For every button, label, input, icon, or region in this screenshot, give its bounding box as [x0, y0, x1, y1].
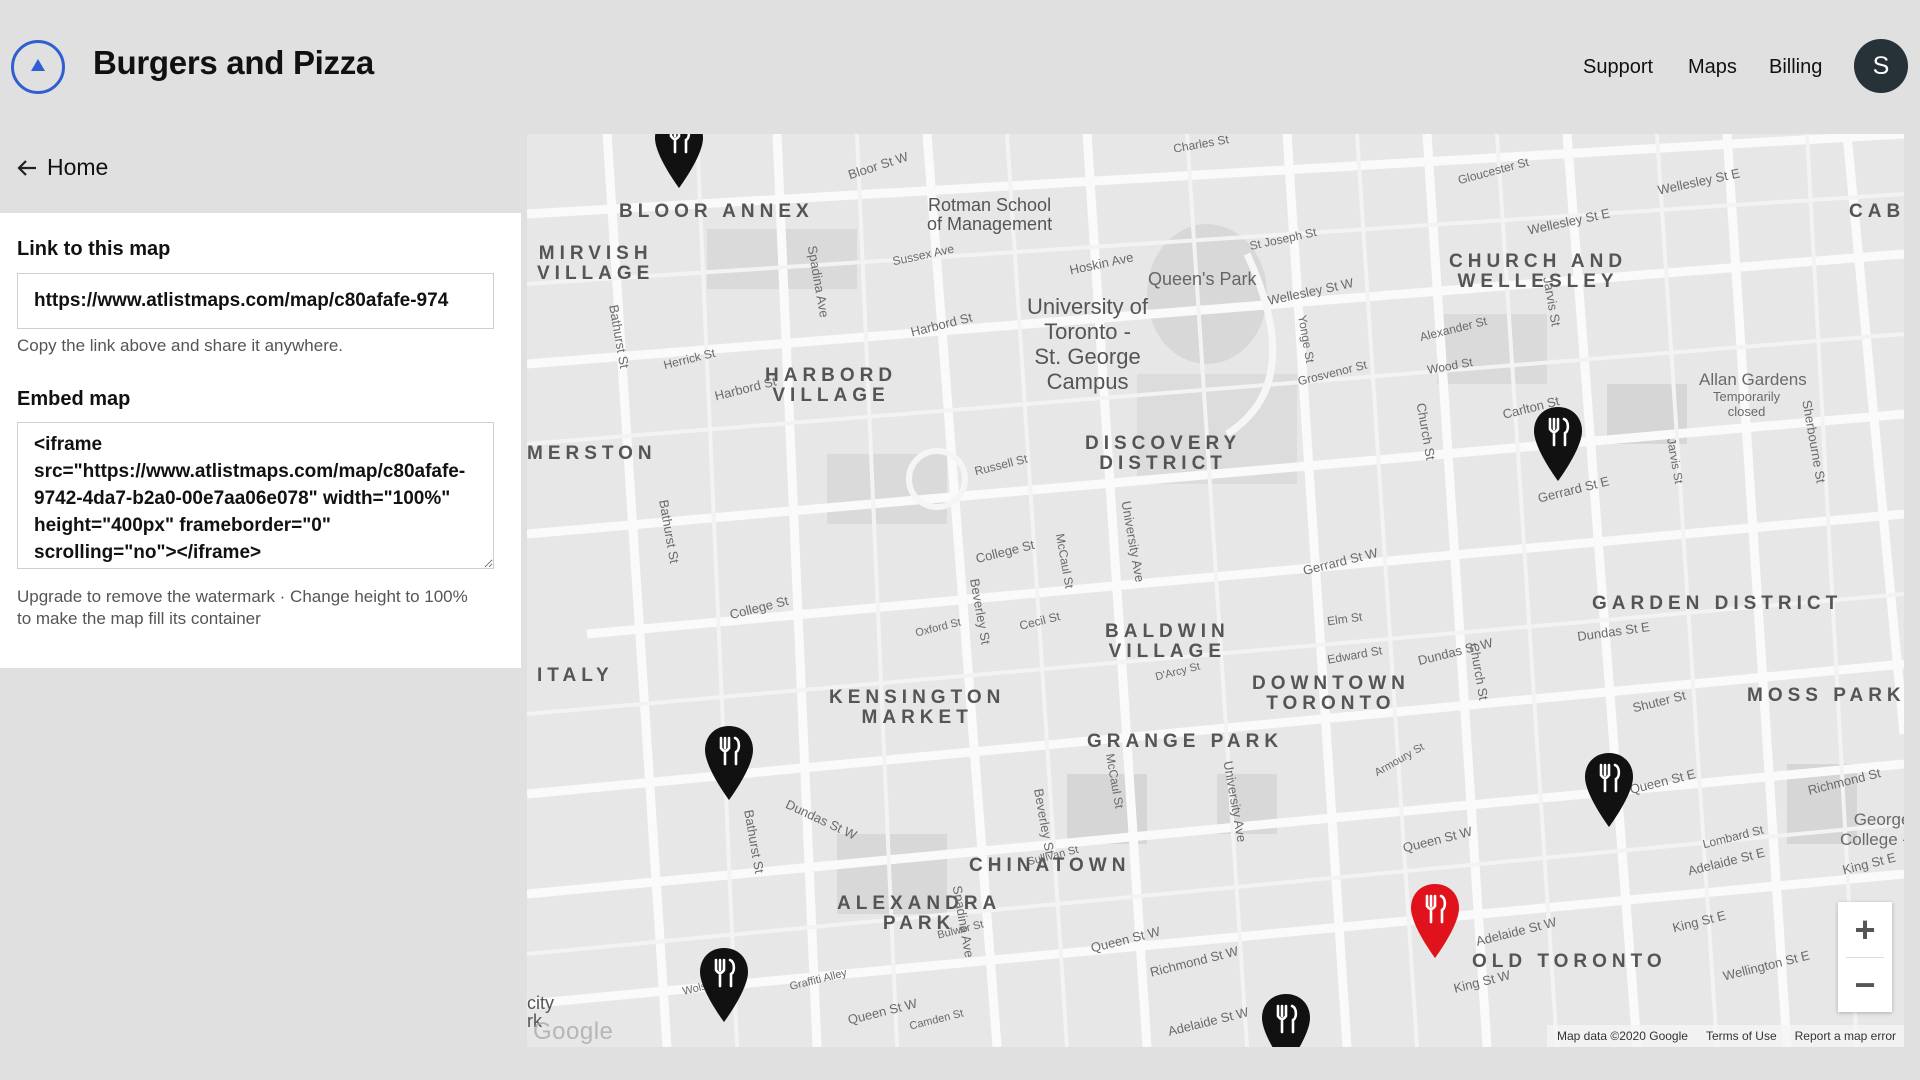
district-label: BLOOR ANNEX: [619, 201, 814, 222]
restaurant-pin[interactable]: [1259, 992, 1313, 1047]
district-label: DOWNTOWN TORONTO: [1252, 673, 1410, 714]
nav-support[interactable]: Support: [1583, 56, 1653, 79]
zoom-controls: + −: [1838, 902, 1892, 1012]
back-home-link[interactable]: Home: [17, 154, 108, 181]
arrow-left-icon: [17, 159, 36, 176]
home-label: Home: [47, 154, 109, 180]
pin-marker-icon: [655, 134, 703, 188]
nav-billing[interactable]: Billing: [1769, 56, 1822, 79]
district-label: MERSTON: [527, 443, 657, 464]
pin-marker-icon: [1262, 994, 1310, 1047]
district-label: CAB: [1849, 201, 1904, 222]
place-label: Rotman School of Management: [927, 195, 1053, 234]
restaurant-pin[interactable]: [702, 724, 756, 802]
district-label: BALDWIN VILLAGE: [1105, 621, 1230, 662]
restaurant-pin-selected[interactable]: [1408, 882, 1462, 960]
embed-help-text: Upgrade to remove the watermark · Change…: [17, 587, 468, 628]
zoom-in-button[interactable]: +: [1838, 902, 1892, 957]
restaurant-pin[interactable]: [652, 134, 706, 190]
map-data-credit: Map data ©2020 Google: [1557, 1029, 1688, 1043]
nav-maps[interactable]: Maps: [1688, 56, 1737, 79]
place-label: Temporarily closed: [1713, 389, 1781, 419]
avatar[interactable]: S: [1854, 39, 1908, 93]
district-label: KENSINGTON MARKET: [829, 687, 1006, 728]
link-help-text: Copy the link above and share it anywher…: [17, 336, 344, 355]
embed-label: Embed map: [17, 388, 131, 410]
place-label: George College - S: [1840, 810, 1904, 849]
terms-of-use-link[interactable]: Terms of Use: [1706, 1029, 1777, 1043]
embed-code-textarea[interactable]: <iframe src="https://www.atlistmaps.com/…: [17, 422, 494, 569]
district-label: CHURCH AND WELLESLEY: [1449, 251, 1628, 292]
place-label: Queen's Park: [1148, 269, 1257, 289]
restaurant-pin[interactable]: [697, 946, 751, 1024]
district-label: MOSS PARK: [1747, 685, 1904, 706]
restaurant-pin[interactable]: [1531, 405, 1585, 483]
report-map-error-link[interactable]: Report a map error: [1795, 1029, 1896, 1043]
map-view[interactable]: BLOOR ANNEX MIRVISH VILLAGE HARBORD VILL…: [527, 134, 1904, 1047]
divider: [1846, 957, 1884, 958]
google-watermark: Google: [533, 1018, 614, 1045]
app-header: Burgers and Pizza Support Maps Billing S: [0, 0, 1920, 132]
district-label: MIRVISH VILLAGE: [537, 243, 655, 284]
map-link-input[interactable]: [17, 273, 494, 329]
link-label: Link to this map: [17, 238, 171, 260]
page-title: Burgers and Pizza: [93, 44, 374, 81]
district-label: ITALY: [537, 665, 614, 686]
restaurant-pin[interactable]: [1582, 751, 1636, 829]
zoom-out-button[interactable]: −: [1838, 957, 1892, 1012]
district-label: GARDEN DISTRICT: [1592, 593, 1843, 614]
district-label: DISCOVERY DISTRICT: [1085, 433, 1242, 474]
map-attribution: Map data ©2020 Google Terms of Use Repor…: [1547, 1025, 1904, 1047]
district-label: GRANGE PARK: [1087, 731, 1284, 752]
place-label: Allan Gardens: [1699, 370, 1807, 389]
app-logo-icon[interactable]: [11, 40, 65, 94]
district-label: HARBORD VILLAGE: [765, 365, 898, 406]
place-label: University of Toronto - St. George Campu…: [1027, 294, 1149, 394]
